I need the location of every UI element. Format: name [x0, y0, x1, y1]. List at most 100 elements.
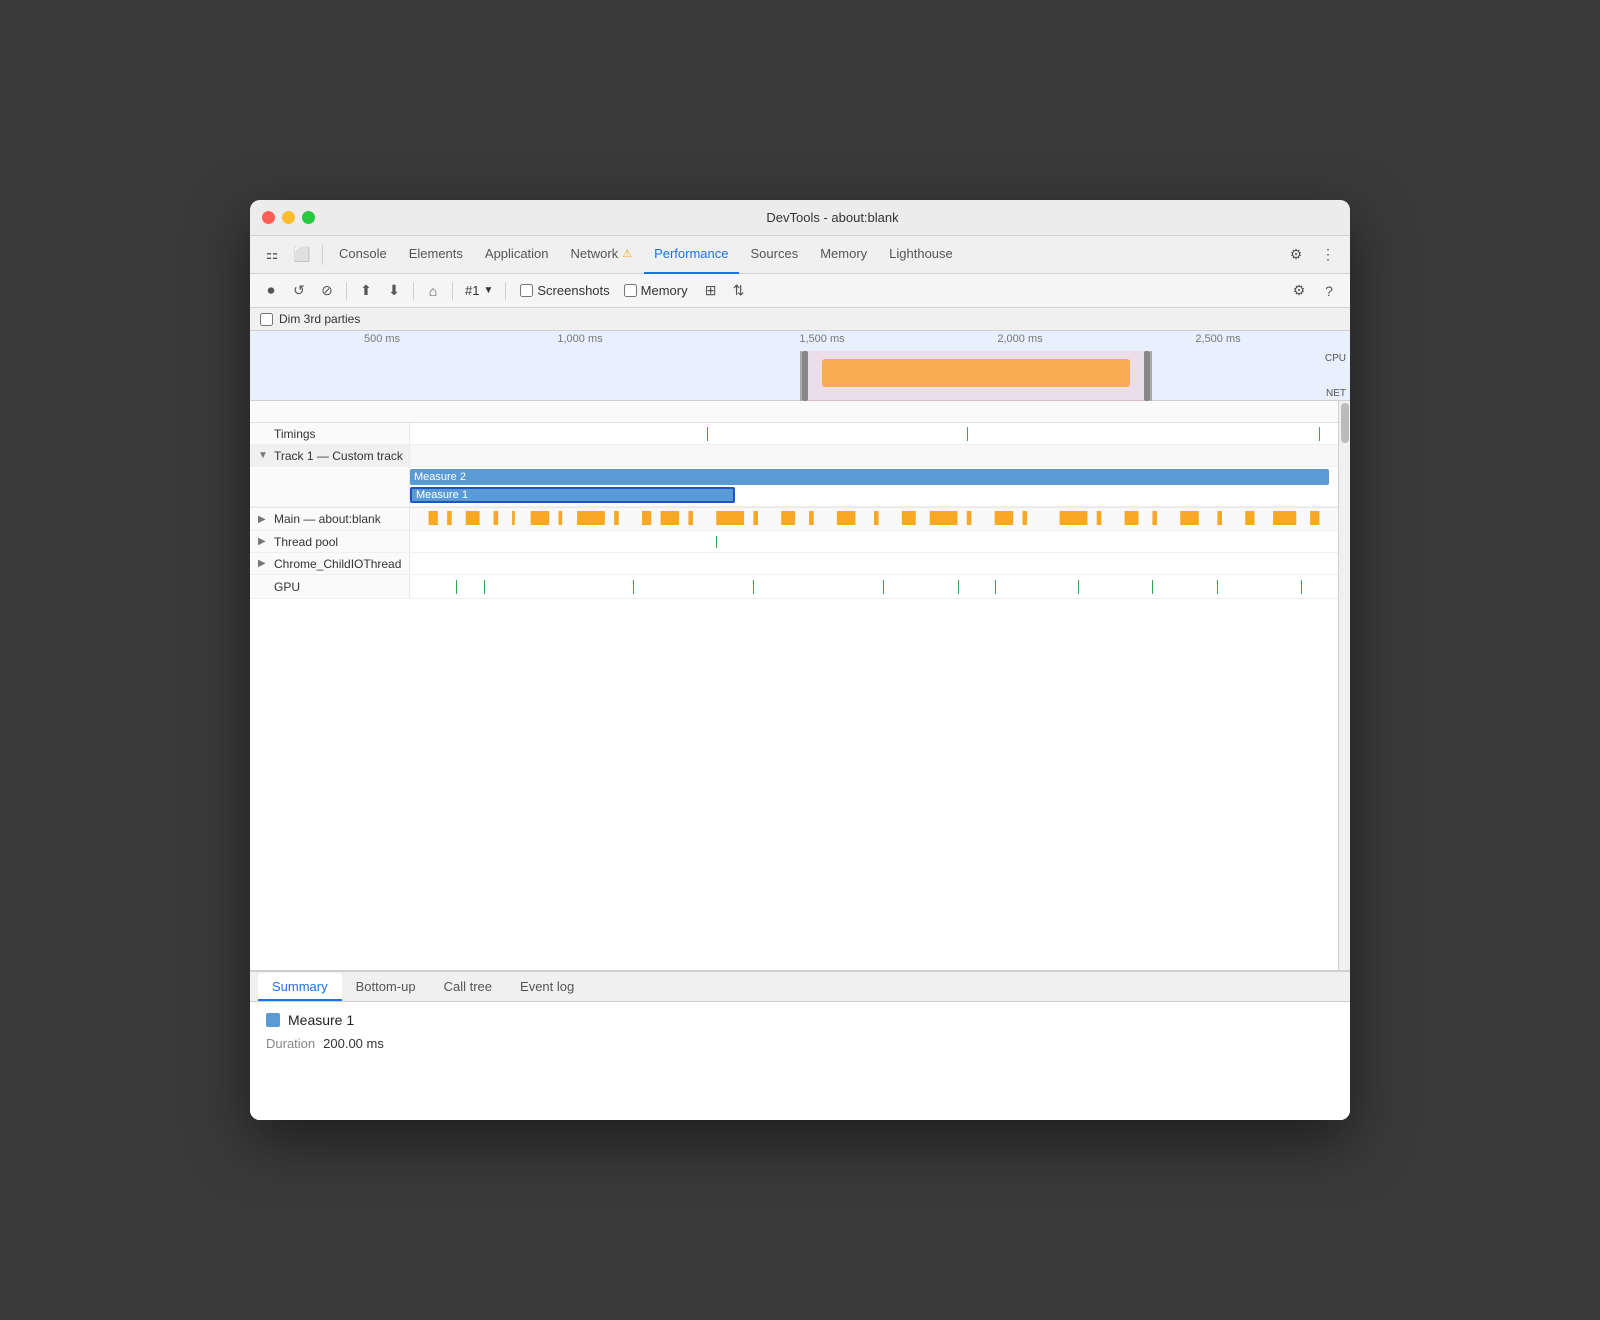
more-options-icon[interactable]: ⋮: [1314, 241, 1342, 269]
gpu-tick-3: [633, 580, 634, 594]
main-label-text: Main — about:blank: [274, 512, 381, 526]
thread-pool-expand-icon: ▶: [258, 536, 270, 547]
thread-pool-label[interactable]: ▶ Thread pool: [250, 531, 410, 552]
home-button[interactable]: ⌂: [420, 278, 446, 304]
summary-title: Measure 1: [266, 1012, 1334, 1028]
main-thread-label[interactable]: ▶ Main — about:blank: [250, 508, 410, 530]
tab-event-log-label: Event log: [520, 979, 574, 994]
tab-lighthouse[interactable]: Lighthouse: [879, 236, 963, 274]
ruler-label-1500: 1,500 ms: [799, 333, 844, 345]
network-warning-icon: ⚠: [622, 247, 632, 260]
start-profiling-button[interactable]: ↺: [286, 278, 312, 304]
screenshots-checkbox-label[interactable]: Screenshots: [520, 283, 609, 298]
scrollbar-thumb[interactable]: [1341, 403, 1349, 443]
overview-ruler: 500 ms 1,000 ms 1,500 ms 2,000 ms 2,500 …: [250, 331, 1350, 351]
main-thread-content: [410, 508, 1338, 532]
timings-content: [410, 423, 1338, 445]
timeline-overview[interactable]: 500 ms 1,000 ms 1,500 ms 2,000 ms 2,500 …: [250, 331, 1350, 401]
gpu-tick-4: [753, 580, 754, 594]
bottom-panel: Summary Bottom-up Call tree Event log Me…: [250, 970, 1350, 1120]
tab-call-tree-label: Call tree: [444, 979, 492, 994]
device-toolbar-icon[interactable]: ⬜: [288, 241, 316, 269]
timing-tick-3: [1319, 427, 1320, 441]
fullscreen-button[interactable]: [302, 211, 315, 224]
profile-dropdown-icon: ▼: [483, 285, 493, 296]
custom-track-content: [410, 445, 1338, 466]
tab-performance[interactable]: Performance: [644, 236, 738, 274]
close-button[interactable]: [262, 211, 275, 224]
selection-range[interactable]: [800, 351, 1152, 401]
summary-color-box: [266, 1013, 280, 1027]
timing-tick-2: [967, 427, 968, 441]
inspect-icon[interactable]: ⚏: [258, 241, 286, 269]
range-left-handle[interactable]: [802, 351, 808, 401]
measure1-label: Measure 1: [416, 489, 468, 501]
measure2-bar[interactable]: Measure 2: [410, 469, 1329, 485]
memory-label: Memory: [641, 283, 688, 298]
tab-memory[interactable]: Memory: [810, 236, 877, 274]
titlebar: DevTools - about:blank: [250, 200, 1350, 236]
profile-label: #1: [465, 283, 479, 298]
scrollbar[interactable]: [1338, 401, 1350, 970]
timings-row: Timings: [250, 423, 1338, 445]
tab-console[interactable]: Console: [329, 236, 397, 274]
tab-bottom-up-label: Bottom-up: [356, 979, 416, 994]
memory-checkbox-label[interactable]: Memory: [624, 283, 688, 298]
screenshots-checkbox[interactable]: [520, 284, 533, 297]
overview-content[interactable]: CPU NET: [250, 351, 1350, 401]
custom-track-expand-icon: ▼: [258, 450, 270, 461]
minimize-button[interactable]: [282, 211, 295, 224]
timings-label-text: Timings: [274, 427, 316, 441]
tab-bottom-up[interactable]: Bottom-up: [342, 973, 430, 1001]
profile-selector[interactable]: #1 ▼: [459, 283, 499, 298]
time-ruler: 1,500 ms 1,600 ms 1,700 ms 1,800 ms 1,90…: [250, 401, 1338, 423]
bottom-tabs: Summary Bottom-up Call tree Event log: [250, 972, 1350, 1002]
clear-button[interactable]: ⊘: [314, 278, 340, 304]
help-btn[interactable]: ?: [1316, 278, 1342, 304]
measure2-label: Measure 2: [414, 471, 466, 483]
tab-summary[interactable]: Summary: [258, 973, 342, 1001]
devtools-window: DevTools - about:blank ⚏ ⬜ Console Eleme…: [250, 200, 1350, 1120]
child-io-row: ▶ Chrome_ChildIOThread: [250, 553, 1338, 575]
timings-label: Timings: [250, 423, 410, 444]
tab-summary-label: Summary: [272, 979, 328, 994]
toolbar-right: ⚙ ?: [1286, 278, 1342, 304]
tab-network[interactable]: Network ⚠: [561, 236, 643, 274]
settings-btn[interactable]: ⚙: [1286, 278, 1312, 304]
range-right-handle[interactable]: [1144, 351, 1150, 401]
upload-button[interactable]: ⬆: [353, 278, 379, 304]
gpu-tick-2: [484, 580, 485, 594]
record-button[interactable]: ⏺: [258, 278, 284, 304]
dim-parties-checkbox[interactable]: [260, 313, 273, 326]
child-io-label[interactable]: ▶ Chrome_ChildIOThread: [250, 553, 410, 574]
child-io-label-text: Chrome_ChildIOThread: [274, 557, 401, 571]
network-conditions-icon[interactable]: ⊞: [698, 278, 724, 304]
cpu-label: CPU: [1325, 353, 1346, 364]
tab-call-tree[interactable]: Call tree: [430, 973, 506, 1001]
ruler-label-2000: 2,000 ms: [997, 333, 1042, 345]
custom-track-header: ▼ Track 1 — Custom track: [250, 445, 1338, 467]
memory-checkbox[interactable]: [624, 284, 637, 297]
bottom-content: Measure 1 Duration 200.00 ms: [250, 1002, 1350, 1120]
tab-application[interactable]: Application: [475, 236, 559, 274]
custom-track-label-text: Track 1 — Custom track: [274, 449, 403, 463]
thread-tick-1: [716, 536, 717, 548]
gpu-content: [410, 575, 1338, 598]
gpu-tick-11: [1301, 580, 1302, 594]
tab-sources[interactable]: Sources: [741, 236, 809, 274]
toolbar-sep-3: [452, 282, 453, 300]
ruler-label-1000: 1,000 ms: [557, 333, 602, 345]
settings-icon[interactable]: ⚙: [1282, 241, 1310, 269]
tab-event-log[interactable]: Event log: [506, 973, 588, 1001]
gpu-label-text: GPU: [274, 580, 300, 594]
summary-duration-key: Duration: [266, 1036, 315, 1051]
custom-track-label[interactable]: ▼ Track 1 — Custom track: [250, 445, 410, 466]
measure1-bar[interactable]: Measure 1: [410, 487, 735, 503]
download-button[interactable]: ⬇: [381, 278, 407, 304]
tab-elements[interactable]: Elements: [399, 236, 473, 274]
screenshots-label: Screenshots: [537, 283, 609, 298]
traffic-lights: [262, 211, 315, 224]
gpu-tick-10: [1217, 580, 1218, 594]
dim-parties-bar: Dim 3rd parties: [250, 308, 1350, 331]
flame-settings-icon[interactable]: ⇅: [726, 278, 752, 304]
